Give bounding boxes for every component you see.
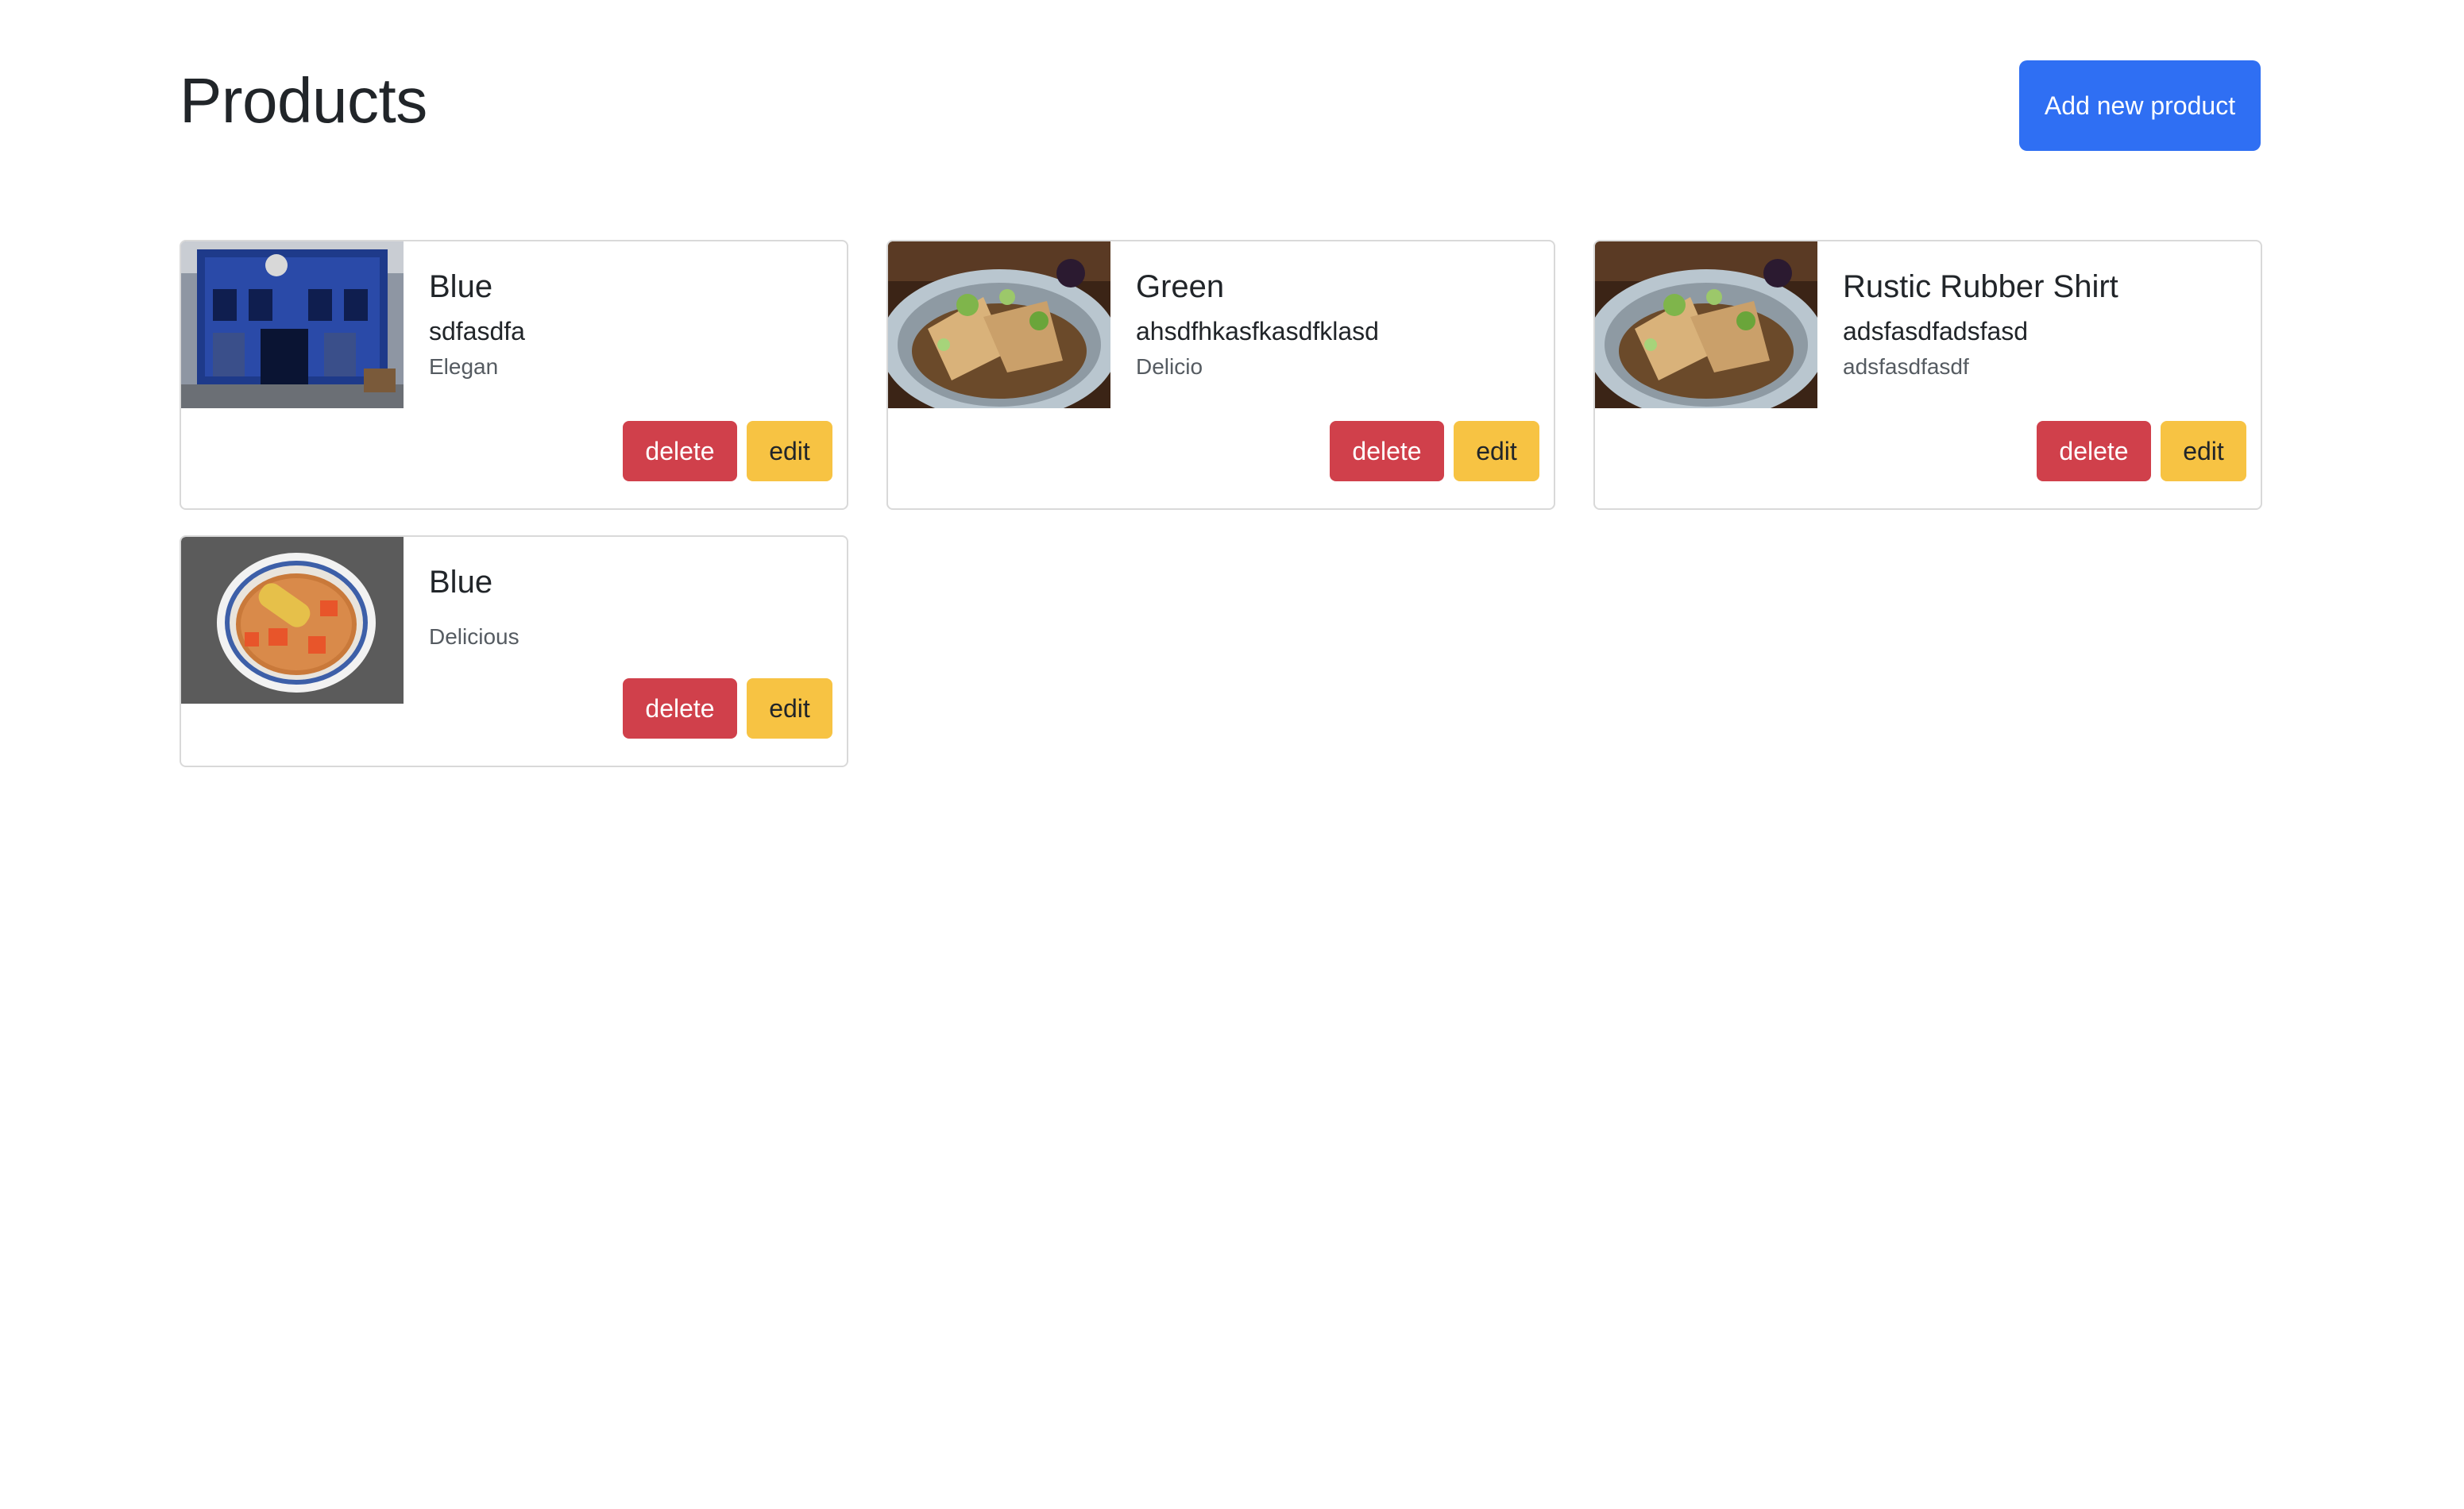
products-page: Products Add new product Blue sdfasdfa E…	[0, 0, 2464, 1509]
card-actions: delete edit	[623, 421, 832, 481]
delete-button[interactable]: delete	[623, 421, 737, 481]
card-body: Blue sdfasdfa Elegan	[429, 267, 826, 381]
product-description: Elegan	[429, 354, 499, 379]
product-description: Delicious	[429, 624, 519, 649]
product-description: Delicio	[1136, 354, 1203, 379]
product-title: Blue	[429, 565, 493, 600]
card-body: Green ahsdfhkasfkasdfklasd Delicio	[1136, 267, 1533, 381]
edit-button[interactable]: edit	[1454, 421, 1539, 481]
edit-button[interactable]: edit	[2161, 421, 2246, 481]
product-card: Blue sdfasdfa Elegan delete edit	[180, 240, 848, 510]
product-image-tofu-dish	[888, 241, 1110, 408]
card-body: Rustic Rubber Shirt adsfasdfadsfasd adsf…	[1843, 267, 2240, 381]
building-photo-icon	[181, 241, 404, 408]
edit-button[interactable]: edit	[747, 678, 832, 739]
product-title: Blue	[429, 269, 493, 304]
delete-button[interactable]: delete	[1330, 421, 1444, 481]
card-body: Blue Delicious	[429, 562, 826, 651]
product-title: Rustic Rubber Shirt	[1843, 269, 2118, 304]
product-card: Blue Delicious delete edit	[180, 535, 848, 767]
page-title: Products	[180, 65, 427, 136]
product-subtitle: sdfasdfa	[429, 317, 525, 345]
product-subtitle: ahsdfhkasfkasdfklasd	[1136, 317, 1379, 345]
card-actions: delete edit	[1330, 421, 1539, 481]
edit-button[interactable]: edit	[747, 421, 832, 481]
product-image-soup-bowl	[181, 537, 404, 704]
card-actions: delete edit	[623, 678, 832, 739]
product-image-blue-building	[181, 241, 404, 408]
product-grid: Blue sdfasdfa Elegan delete edit Green a…	[180, 240, 2262, 796]
add-new-product-button[interactable]: Add new product	[2019, 60, 2261, 151]
product-card: Rustic Rubber Shirt adsfasdfadsfasd adsf…	[1593, 240, 2262, 510]
product-subtitle: adsfasdfadsfasd	[1843, 317, 2029, 345]
product-card: Green ahsdfhkasfkasdfklasd Delicio delet…	[886, 240, 1555, 510]
delete-button[interactable]: delete	[623, 678, 737, 739]
card-actions: delete edit	[2037, 421, 2246, 481]
page-header: Products Add new product	[180, 60, 2261, 151]
product-image-tofu-dish	[1595, 241, 1817, 408]
delete-button[interactable]: delete	[2037, 421, 2151, 481]
tofu-dish-photo-icon	[1595, 241, 1817, 408]
soup-bowl-photo-icon	[181, 537, 404, 704]
tofu-dish-photo-icon	[888, 241, 1110, 408]
product-title: Green	[1136, 269, 1225, 304]
product-description: adsfasdfasdf	[1843, 354, 1969, 379]
